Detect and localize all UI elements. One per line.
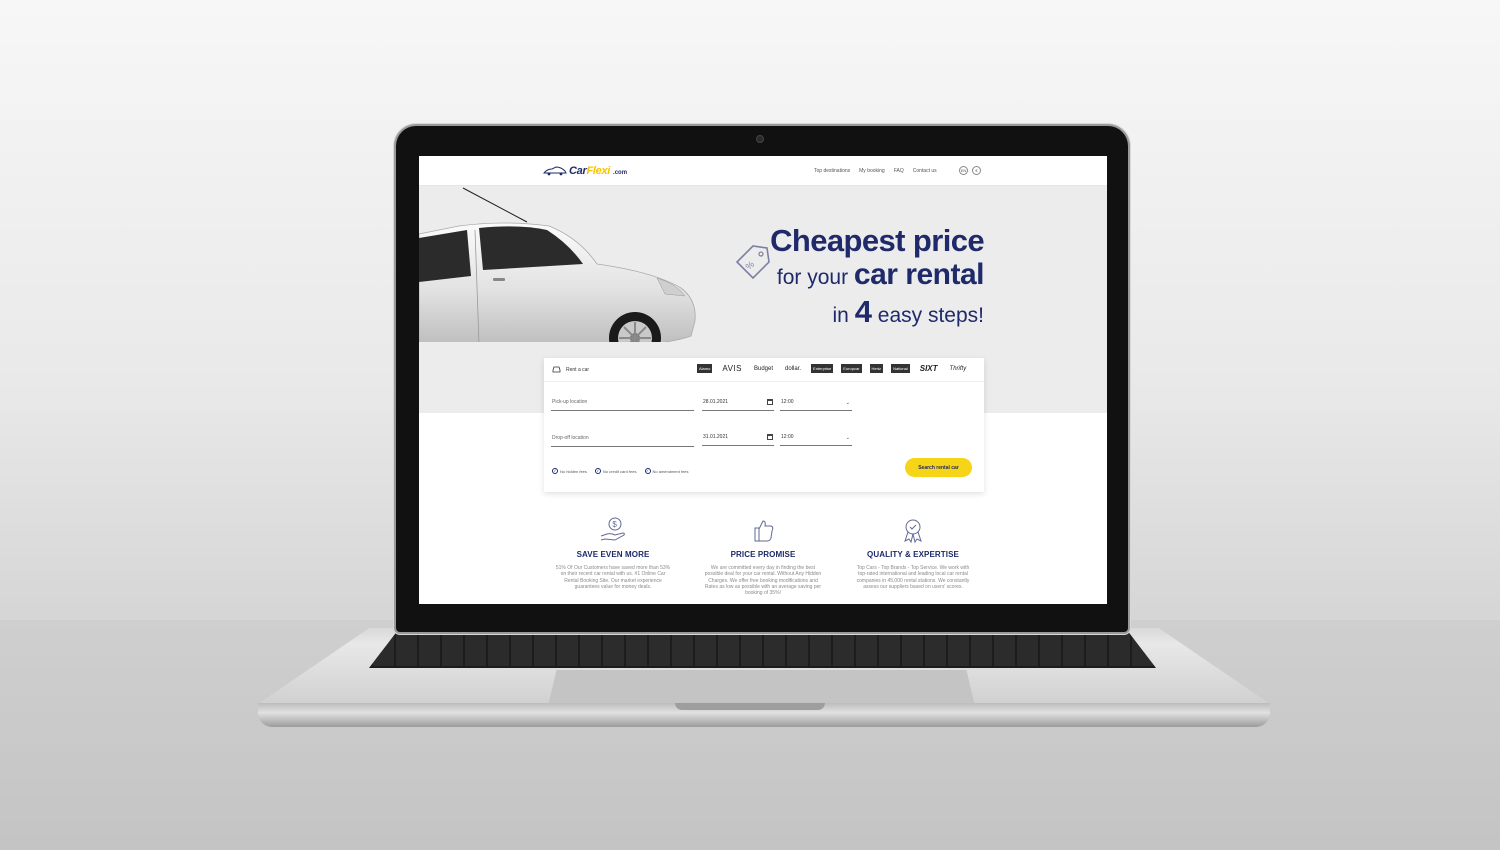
calendar-icon bbox=[767, 399, 773, 405]
brand-alamo: Alamo bbox=[697, 364, 713, 373]
feature-quality-expertise: QUALITY & EXPERTISE Top Cars - Top Brand… bbox=[848, 516, 978, 590]
search-card-header: Rent a car Alamo AVIS Budget dollar. Ent… bbox=[544, 358, 984, 382]
feature-description: We are committed every day in finding th… bbox=[704, 565, 822, 597]
search-rental-car-button[interactable]: Search rental car bbox=[905, 458, 972, 477]
discount-tag-icon: % bbox=[735, 245, 770, 280]
feature-price-promise: PRICE PROMISE We are committed every day… bbox=[698, 516, 828, 596]
hero-headline: Cheapest price for your car rental in 4 … bbox=[770, 224, 984, 333]
logo-text: CarFlexi bbox=[569, 165, 611, 177]
dropoff-time-select[interactable]: 12:00 ⌄ bbox=[780, 434, 852, 446]
chevron-down-icon: ⌄ bbox=[845, 435, 850, 441]
brand-dollar: dollar. bbox=[785, 365, 802, 372]
headline-line-3: in 4 easy steps! bbox=[832, 294, 985, 329]
pickup-time-select[interactable]: 12:00 ⌄ bbox=[780, 399, 852, 411]
headline-line-1: Cheapest price bbox=[770, 223, 984, 258]
features-section: $ SAVE EVEN MORE 51% Of Our Customers ha… bbox=[419, 516, 1107, 604]
site-logo[interactable]: CarFlexi .com bbox=[543, 165, 627, 177]
brand-enterprise: Enterprise bbox=[811, 364, 834, 373]
badge-no-hidden-fees: ✓ No hidden fees bbox=[552, 468, 587, 474]
hero-car-image bbox=[419, 187, 699, 358]
headline-line-2: for your car rental bbox=[776, 258, 985, 291]
brand-europcar: Europcar bbox=[841, 364, 862, 373]
feature-description: 51% Of Our Customers have saved more tha… bbox=[555, 565, 671, 590]
brand-thrifty: Thrifty bbox=[949, 365, 967, 372]
laptop-screen: CarFlexi .com Top destinations My bookin… bbox=[419, 156, 1107, 604]
pickup-date-field[interactable]: 28.01.2021 bbox=[702, 399, 774, 411]
dropoff-location-input[interactable]: Drop-off location bbox=[551, 435, 694, 447]
nav-my-booking[interactable]: My booking bbox=[859, 168, 885, 174]
svg-text:$: $ bbox=[612, 520, 617, 529]
chevron-down-icon: ⌄ bbox=[845, 400, 850, 406]
check-icon: ✓ bbox=[552, 468, 558, 474]
brand-avis: AVIS bbox=[722, 364, 742, 373]
logo-domain: .com bbox=[613, 169, 628, 176]
car-icon bbox=[552, 366, 561, 373]
camera-icon bbox=[756, 135, 764, 143]
badge-no-amendment-fees: ✓ No amendment fees bbox=[644, 468, 689, 474]
check-icon: ✓ bbox=[594, 468, 601, 474]
check-icon: ✓ bbox=[644, 468, 651, 474]
laptop-trackpad bbox=[548, 670, 975, 706]
nav-top-destinations[interactable]: Top destinations bbox=[814, 168, 850, 174]
fee-badges: ✓ No hidden fees ✓ No credit card fees ✓ No… bbox=[552, 468, 689, 474]
site-header: CarFlexi .com Top destinations My bookin… bbox=[419, 156, 1107, 186]
laptop-notch bbox=[675, 703, 825, 710]
feature-title: SAVE EVEN MORE bbox=[576, 550, 650, 559]
brand-logos: Alamo AVIS Budget dollar. Enterprise Eur… bbox=[697, 364, 968, 373]
thumbs-up-icon bbox=[754, 520, 774, 542]
tab-rent-a-car[interactable]: Rent a car bbox=[552, 366, 589, 373]
pickup-location-input[interactable]: Pick-up location bbox=[551, 399, 694, 411]
logo-car-icon bbox=[543, 166, 567, 176]
brand-budget: Budget bbox=[753, 365, 774, 372]
award-badge-icon bbox=[904, 519, 922, 544]
main-nav: Top destinations My booking FAQ Contact … bbox=[814, 168, 937, 174]
badge-no-credit-card-fees: ✓ No credit card fees bbox=[594, 468, 637, 474]
brand-sixt: SIXT bbox=[919, 364, 938, 373]
search-card: Rent a car Alamo AVIS Budget dollar. Ent… bbox=[544, 358, 984, 492]
laptop-keyboard bbox=[369, 632, 1156, 668]
feature-title: QUALITY & EXPERTISE bbox=[867, 550, 959, 559]
language-button[interactable]: EN bbox=[959, 166, 968, 175]
calendar-icon bbox=[767, 434, 773, 440]
currency-button[interactable]: € bbox=[972, 166, 981, 175]
feature-save-even-more: $ SAVE EVEN MORE 51% Of Our Customers ha… bbox=[548, 516, 678, 590]
feature-description: Top Cars - Top Brands - Top Service. We … bbox=[856, 565, 970, 590]
nav-contact-us[interactable]: Contact us bbox=[913, 168, 937, 174]
nav-faq[interactable]: FAQ bbox=[894, 168, 904, 174]
money-hand-icon: $ bbox=[600, 517, 625, 541]
feature-title: PRICE PROMISE bbox=[730, 550, 796, 559]
brand-national: National bbox=[891, 364, 910, 373]
locale-switcher: EN € bbox=[959, 166, 981, 175]
dropoff-date-field[interactable]: 31.01.2021 bbox=[702, 434, 774, 446]
brand-hertz: Hertz bbox=[869, 364, 884, 373]
